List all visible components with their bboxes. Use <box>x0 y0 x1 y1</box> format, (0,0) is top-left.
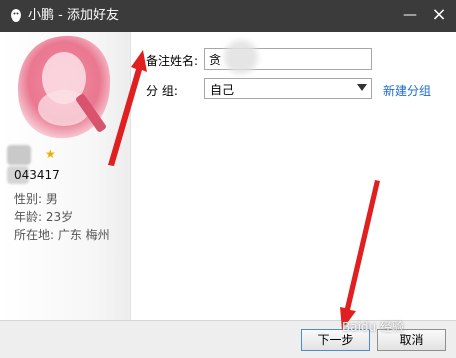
new-group-link[interactable]: 新建分组 <box>383 82 431 99</box>
group-select[interactable]: 自己 <box>204 78 372 99</box>
star-icon: ★ <box>45 147 56 161</box>
group-selected-value: 自己 <box>210 83 235 97</box>
qq-penguin-icon <box>11 9 21 22</box>
arrow-to-next-button <box>340 180 380 330</box>
window-title: 小鹏 - 添加好友 <box>28 8 119 23</box>
nickname-area: ★ <box>7 145 127 165</box>
watermark-text: Baidu 经验 <box>342 320 404 334</box>
avatar <box>18 35 111 139</box>
minimize-button[interactable]: — <box>398 4 422 28</box>
location-text: 所在地: 广东 梅州 <box>14 228 110 242</box>
remark-blur <box>224 40 258 74</box>
remark-name-label: 备注姓名: <box>146 54 199 68</box>
nickname-blur <box>7 145 31 165</box>
close-button[interactable]: × <box>427 4 451 28</box>
group-label: 分 组: <box>146 84 178 98</box>
title-bar: 小鹏 - 添加好友 — × <box>0 0 456 32</box>
age-text: 年龄: 23岁 <box>14 210 74 224</box>
gender-text: 性别: 男 <box>14 192 58 206</box>
chevron-down-icon[interactable] <box>357 84 367 91</box>
qq-number: 043417 <box>14 168 60 182</box>
